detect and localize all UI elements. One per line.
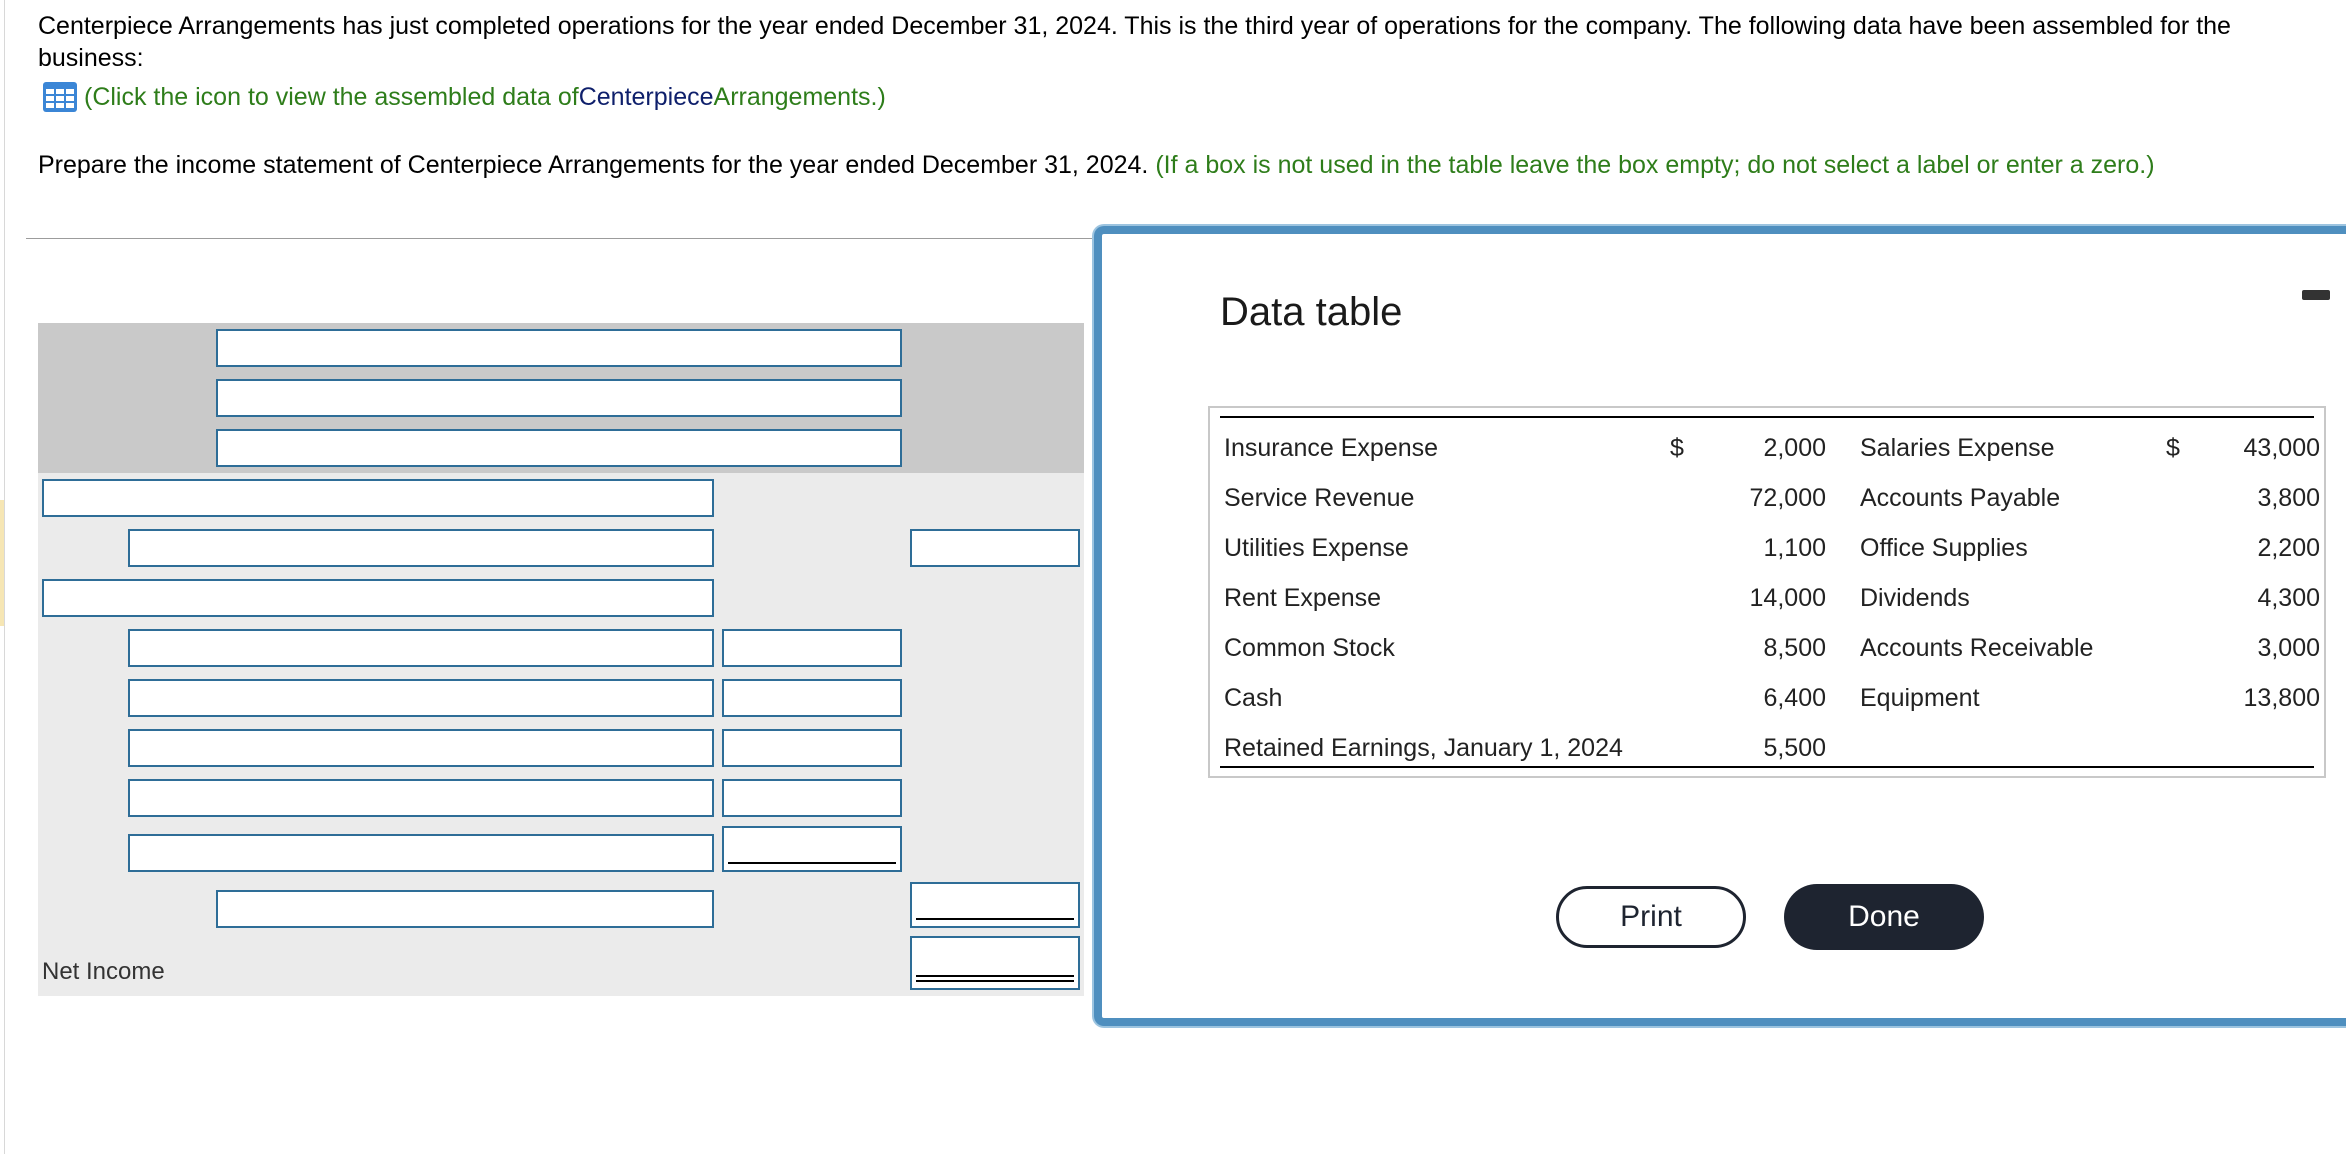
row-left-value: 14,000 bbox=[1749, 584, 1826, 612]
expense-account-input-4[interactable] bbox=[128, 779, 714, 817]
revenue-amount-input[interactable] bbox=[910, 529, 1080, 567]
expense-amount-input-5[interactable] bbox=[722, 826, 902, 872]
data-table-modal: Data table Insurance Expense $ 2,000 Sal… bbox=[1094, 226, 2346, 1026]
expense-amount-input-2[interactable] bbox=[722, 679, 902, 717]
row-right-dollar: $ bbox=[2166, 434, 2180, 462]
row-right-label: Accounts Receivable bbox=[1860, 634, 2094, 662]
row-right-label: Office Supplies bbox=[1860, 534, 2028, 562]
expense-amount-input-4[interactable] bbox=[722, 779, 902, 817]
net-income-label: Net Income bbox=[42, 958, 165, 985]
table-row: Insurance Expense $ 2,000 Salaries Expen… bbox=[1210, 424, 2324, 474]
row-left-label: Cash bbox=[1224, 684, 1283, 712]
expense-account-input-1[interactable] bbox=[128, 629, 714, 667]
done-button[interactable]: Done bbox=[1784, 884, 1984, 950]
row-left-dollar: $ bbox=[1670, 434, 1684, 462]
page-left-border bbox=[4, 0, 5, 1154]
row-left-value: 1,100 bbox=[1763, 534, 1826, 562]
expense-section-label-input[interactable] bbox=[42, 579, 714, 617]
view-data-name: Centerpiece bbox=[578, 83, 714, 111]
row-right-label: Accounts Payable bbox=[1860, 484, 2061, 512]
table-row: Common Stock 8,500 Accounts Receivable 3… bbox=[1210, 624, 2324, 674]
expense-amount-input-1[interactable] bbox=[722, 629, 902, 667]
expense-account-input-5[interactable] bbox=[128, 834, 714, 872]
page-left-accent bbox=[0, 500, 4, 626]
header-statement-input[interactable] bbox=[216, 379, 902, 417]
view-data-prefix: (Click the icon to view the assembled da… bbox=[84, 83, 579, 111]
table-row: Service Revenue 72,000 Accounts Payable … bbox=[1210, 474, 2324, 524]
row-left-value: 72,000 bbox=[1749, 484, 1826, 512]
row-left-value: 8,500 bbox=[1763, 634, 1826, 662]
row-left-value: 6,400 bbox=[1763, 684, 1826, 712]
row-right-value: 2,200 bbox=[2257, 534, 2320, 562]
row-left-value: 2,000 bbox=[1763, 434, 1826, 462]
instructions-text: Prepare the income statement of Centerpi… bbox=[38, 151, 1149, 179]
instructions: Prepare the income statement of Centerpi… bbox=[38, 148, 2328, 182]
table-row: Utilities Expense 1,100 Office Supplies … bbox=[1210, 524, 2324, 574]
section-divider bbox=[26, 238, 1106, 239]
table-row: Rent Expense 14,000 Dividends 4,300 bbox=[1210, 574, 2324, 624]
revenue-section-label-input[interactable] bbox=[42, 479, 714, 517]
row-left-label: Utilities Expense bbox=[1224, 534, 1409, 562]
header-company-input[interactable] bbox=[216, 329, 902, 367]
row-right-value: 3,800 bbox=[2257, 484, 2320, 512]
row-left-value: 5,500 bbox=[1763, 734, 1826, 762]
instructions-hint: (If a box is not used in the table leave… bbox=[1155, 151, 2155, 179]
view-data-suffix: Arrangements.) bbox=[713, 83, 886, 111]
row-right-label: Salaries Expense bbox=[1860, 434, 2055, 462]
total-expenses-label-input[interactable] bbox=[216, 890, 714, 928]
minimize-icon[interactable] bbox=[2302, 290, 2330, 300]
expense-amount-input-3[interactable] bbox=[722, 729, 902, 767]
expense-account-input-2[interactable] bbox=[128, 679, 714, 717]
print-button[interactable]: Print bbox=[1556, 886, 1746, 948]
table-bottom-rule bbox=[1220, 766, 2314, 768]
row-right-label: Equipment bbox=[1860, 684, 1980, 712]
row-left-label: Retained Earnings, January 1, 2024 bbox=[1224, 734, 1623, 762]
row-right-value: 3,000 bbox=[2257, 634, 2320, 662]
row-right-value: 43,000 bbox=[2243, 434, 2320, 462]
row-right-value: 4,300 bbox=[2257, 584, 2320, 612]
row-left-label: Rent Expense bbox=[1224, 584, 1382, 612]
table-row: Cash 6,400 Equipment 13,800 bbox=[1210, 674, 2324, 724]
total-expenses-amount-input[interactable] bbox=[910, 882, 1080, 928]
revenue-account-input[interactable] bbox=[128, 529, 714, 567]
net-income-amount-input[interactable] bbox=[910, 936, 1080, 990]
table-top-rule bbox=[1220, 416, 2314, 418]
row-left-label: Common Stock bbox=[1224, 634, 1395, 662]
table-grid-icon[interactable] bbox=[42, 81, 78, 113]
intro-text: Centerpiece Arrangements has just comple… bbox=[38, 12, 2231, 72]
row-right-value: 13,800 bbox=[2243, 684, 2320, 712]
row-right-label: Dividends bbox=[1860, 584, 1970, 612]
view-data-link[interactable]: (Click the icon to view the assembled da… bbox=[42, 80, 886, 114]
row-left-label: Service Revenue bbox=[1224, 484, 1415, 512]
header-date-input[interactable] bbox=[216, 429, 902, 467]
row-left-label: Insurance Expense bbox=[1224, 434, 1439, 462]
expense-account-input-3[interactable] bbox=[128, 729, 714, 767]
data-table: Insurance Expense $ 2,000 Salaries Expen… bbox=[1208, 406, 2326, 778]
modal-title: Data table bbox=[1220, 290, 1403, 334]
